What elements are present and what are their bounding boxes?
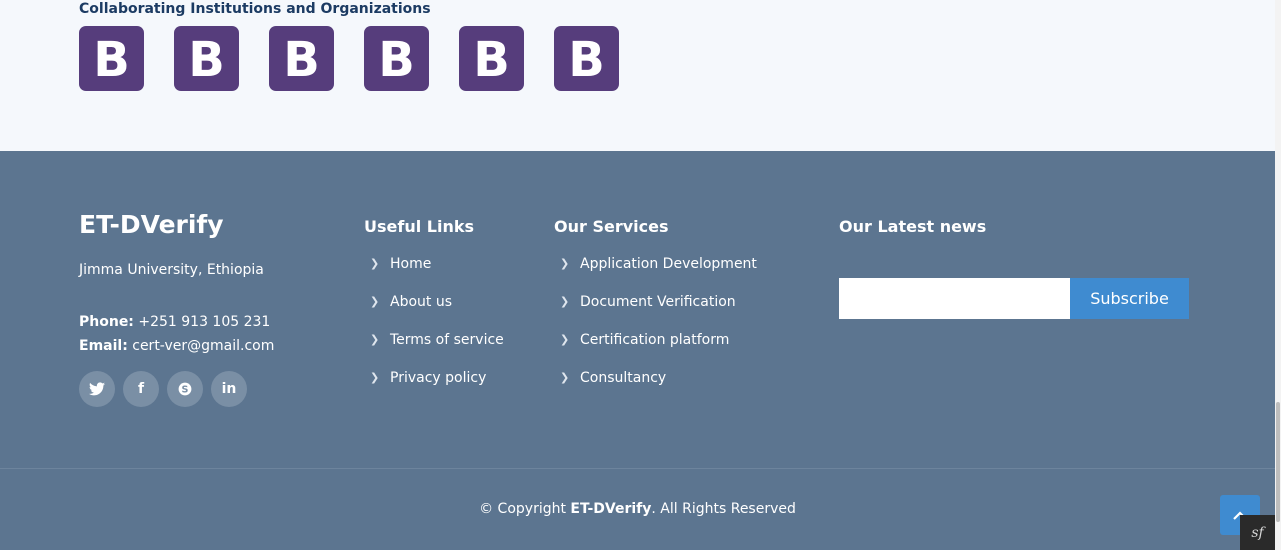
subscribe-button[interactable]: Subscribe [1070,278,1189,319]
collaborator-logo[interactable]: B [79,26,144,91]
useful-link-about[interactable]: ❯ About us [364,293,504,331]
footer-contact: Phone: +251 913 105 231 Email: cert-ver@… [79,310,274,358]
useful-links-title: Useful Links [364,217,475,236]
collaborator-logo[interactable]: B [554,26,619,91]
useful-link-privacy[interactable]: ❯ Privacy policy [364,369,504,407]
footer-bottom: © Copyright ET-DVerify. All Rights Reser… [0,468,1275,550]
phone-label: Phone: [79,314,134,330]
useful-link-terms[interactable]: ❯ Terms of service [364,331,504,369]
phone-value: +251 913 105 231 [138,314,271,330]
footer-brand: ET-DVerify [79,210,224,239]
services-list: ❯ Application Development ❯ Document Verif… [554,255,757,407]
service-item[interactable]: ❯ Certification platform [554,331,757,369]
services-title: Our Services [554,217,669,236]
service-item[interactable]: ❯ Consultancy [554,369,757,407]
linkedin-icon[interactable]: in [211,371,247,407]
chevron-right-icon: ❯ [370,333,380,346]
collaborators-title: Collaborating Institutions and Organizat… [79,1,431,17]
useful-links-list: ❯ Home ❯ About us ❯ Terms of service ❯ Priva… [364,255,504,407]
collaborator-logo[interactable]: B [174,26,239,91]
collaborator-logo[interactable]: B [364,26,429,91]
chevron-right-icon: ❯ [560,295,570,308]
facebook-icon[interactable]: f [123,371,159,407]
chevron-right-icon: ❯ [560,257,570,270]
newsletter-email-input[interactable] [839,278,1070,319]
collaborator-logo[interactable]: B [269,26,334,91]
collaborators-section: Collaborating Institutions and Organizat… [0,0,1275,151]
copyright: © Copyright ET-DVerify. All Rights Reser… [479,501,796,517]
chevron-right-icon: ❯ [370,371,380,384]
social-links: f S in [79,371,247,407]
symfony-toolbar-icon[interactable]: sf [1240,515,1275,550]
newsletter-form: Subscribe [839,278,1189,319]
copyright-brand: ET-DVerify [570,501,652,517]
footer-address: Jimma University, Ethiopia [79,262,264,278]
footer-top: ET-DVerify Jimma University, Ethiopia Ph… [0,151,1275,468]
collaborator-logo[interactable]: B [459,26,524,91]
email-value[interactable]: cert-ver@gmail.com [132,338,274,354]
chevron-right-icon: ❯ [560,371,570,384]
service-item[interactable]: ❯ Application Development [554,255,757,293]
collaborator-logos: B B B B B B [79,26,619,91]
svg-text:S: S [182,385,189,396]
twitter-icon[interactable] [79,371,115,407]
chevron-right-icon: ❯ [560,333,570,346]
email-label: Email: [79,338,128,354]
chevron-right-icon: ❯ [370,295,380,308]
service-item[interactable]: ❯ Document Verification [554,293,757,331]
chevron-right-icon: ❯ [370,257,380,270]
scrollbar-thumb[interactable] [1276,402,1280,522]
scrollbar[interactable] [1275,0,1281,550]
news-title: Our Latest news [839,217,987,236]
useful-link-home[interactable]: ❯ Home [364,255,504,293]
skype-icon[interactable]: S [167,371,203,407]
